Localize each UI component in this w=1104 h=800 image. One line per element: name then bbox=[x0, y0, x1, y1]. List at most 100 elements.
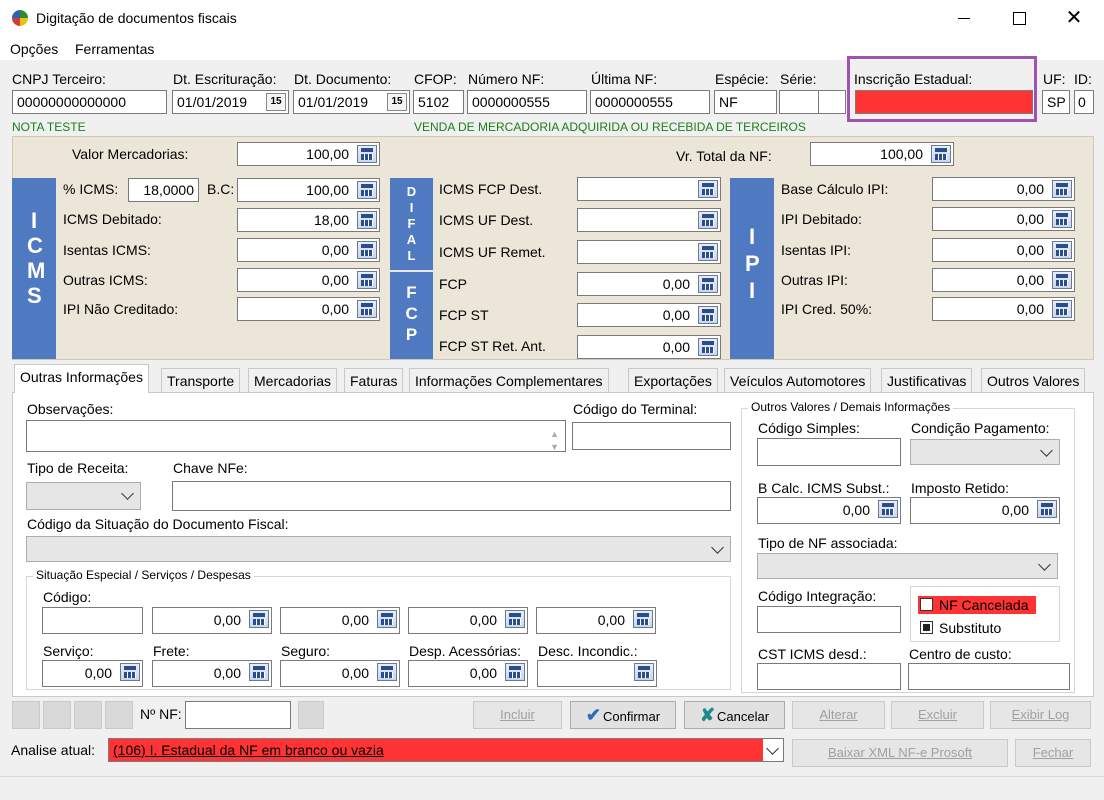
calculator-icon[interactable] bbox=[698, 275, 718, 293]
cancelar-button[interactable]: ✘ Cancelar bbox=[684, 701, 785, 729]
isentas-icms-field[interactable]: 0,00 bbox=[237, 238, 380, 262]
calculator-icon[interactable] bbox=[120, 663, 140, 681]
calculator-icon[interactable] bbox=[698, 180, 718, 198]
cfop-field[interactable]: 5102 bbox=[413, 90, 464, 114]
maximize-button[interactable] bbox=[1013, 12, 1026, 25]
nav-next-button[interactable] bbox=[74, 701, 102, 729]
menu-opcoes[interactable]: Opções bbox=[10, 41, 58, 57]
calculator-icon[interactable] bbox=[505, 610, 525, 628]
nav-last-button[interactable] bbox=[105, 701, 133, 729]
substituto-checkbox[interactable]: Substituto bbox=[918, 619, 1036, 637]
calculator-icon[interactable] bbox=[633, 610, 653, 628]
tab-outras-informacoes[interactable]: Outras Informações bbox=[14, 364, 149, 393]
nf-cancelada-checkbox[interactable]: NF Cancelada bbox=[918, 596, 1036, 614]
fechar-button[interactable]: Fechar bbox=[1015, 739, 1091, 767]
calculator-icon[interactable] bbox=[634, 663, 654, 681]
calculator-icon[interactable] bbox=[698, 211, 718, 229]
incluir-button[interactable]: Incluir bbox=[473, 701, 562, 729]
calculator-icon[interactable] bbox=[698, 243, 718, 261]
extra-value-3[interactable]: 0,00 bbox=[408, 607, 528, 634]
calculator-icon[interactable] bbox=[357, 181, 377, 199]
cond-pag-select[interactable] bbox=[910, 439, 1060, 465]
desc-field[interactable] bbox=[537, 660, 657, 687]
servico-field[interactable]: 0,00 bbox=[42, 660, 143, 687]
ipi-nao-cred-field[interactable]: 0,00 bbox=[237, 297, 380, 321]
calculator-icon[interactable] bbox=[931, 145, 951, 163]
especie-field[interactable]: NF bbox=[714, 90, 777, 114]
nnf-field[interactable] bbox=[185, 701, 291, 729]
fcp-st-ret-field[interactable]: 0,00 bbox=[577, 335, 721, 359]
tab-outros-valores[interactable]: Outros Valores bbox=[981, 368, 1086, 392]
seguro-field[interactable]: 0,00 bbox=[280, 660, 400, 687]
calculator-icon[interactable] bbox=[505, 663, 525, 681]
cod-terminal-field[interactable] bbox=[572, 422, 731, 450]
nnf-go-button[interactable] bbox=[298, 701, 324, 729]
serie-field[interactable] bbox=[779, 90, 819, 114]
serie-field-2[interactable] bbox=[818, 90, 846, 114]
calculator-icon[interactable] bbox=[1052, 180, 1072, 198]
outras-ipi-field[interactable]: 0,00 bbox=[932, 268, 1075, 292]
tab-veiculos-automotores[interactable]: Veículos Automotores bbox=[724, 368, 872, 392]
calculator-icon[interactable] bbox=[698, 338, 718, 356]
frete-field[interactable]: 0,00 bbox=[152, 660, 272, 687]
extra-value-2[interactable]: 0,00 bbox=[280, 607, 400, 634]
imp-retido-field[interactable]: 0,00 bbox=[910, 497, 1060, 524]
extra-value-1[interactable]: 0,00 bbox=[152, 607, 272, 634]
exibir-log-button[interactable]: Exibir Log bbox=[990, 701, 1091, 729]
outras-icms-field[interactable]: 0,00 bbox=[237, 268, 380, 292]
bcalc-field[interactable]: 0,00 bbox=[757, 497, 901, 524]
scroll-down-icon[interactable]: ▼ bbox=[550, 436, 559, 451]
baixar-xml-button[interactable]: Baixar XML NF-e Prosoft bbox=[792, 739, 1008, 767]
fcp-st-field[interactable]: 0,00 bbox=[577, 303, 721, 327]
calculator-icon[interactable] bbox=[1052, 241, 1072, 259]
nav-prev-button[interactable] bbox=[43, 701, 71, 729]
calculator-icon[interactable] bbox=[698, 306, 718, 324]
calculator-icon[interactable] bbox=[357, 145, 377, 163]
bc-field[interactable]: 100,00 bbox=[237, 178, 380, 202]
pct-icms-field[interactable]: 18,0000 bbox=[128, 178, 199, 202]
uf-field[interactable]: SP bbox=[1042, 90, 1070, 114]
calculator-icon[interactable] bbox=[357, 300, 377, 318]
calculator-icon[interactable] bbox=[878, 500, 898, 518]
calculator-icon[interactable] bbox=[1052, 271, 1072, 289]
tipo-nf-select[interactable] bbox=[757, 553, 1058, 579]
confirmar-button[interactable]: ✔ Confirmar bbox=[570, 701, 676, 729]
tab-informacoes-complementares[interactable]: Informações Complementares bbox=[409, 368, 609, 392]
valor-merc-field[interactable]: 100,00 bbox=[237, 142, 380, 166]
calculator-icon[interactable] bbox=[377, 663, 397, 681]
analise-dropdown[interactable] bbox=[763, 739, 783, 761]
tab-exportacoes[interactable]: Exportações bbox=[628, 368, 718, 392]
cod-simples-field[interactable] bbox=[757, 438, 901, 466]
minimize-button[interactable] bbox=[958, 18, 970, 19]
calculator-icon[interactable] bbox=[1052, 300, 1072, 318]
chave-nfe-field[interactable] bbox=[172, 481, 731, 511]
tab-mercadorias[interactable]: Mercadorias bbox=[248, 368, 338, 392]
nav-first-button[interactable] bbox=[12, 701, 40, 729]
tipo-receita-select[interactable] bbox=[26, 482, 141, 510]
cnpj-field[interactable]: 00000000000000 bbox=[12, 90, 167, 114]
calculator-icon[interactable] bbox=[1052, 210, 1072, 228]
nf-cancelada-box[interactable] bbox=[920, 598, 933, 611]
uf-remet-field[interactable] bbox=[577, 240, 721, 264]
base-ipi-field[interactable]: 0,00 bbox=[932, 177, 1075, 201]
substituto-box[interactable] bbox=[920, 621, 933, 634]
tab-faturas[interactable]: Faturas bbox=[344, 368, 404, 392]
dt-escrit-field[interactable]: 01/01/2019 15 bbox=[172, 90, 289, 114]
id-field[interactable]: 0 bbox=[1074, 90, 1094, 114]
uf-dest-field[interactable] bbox=[577, 208, 721, 232]
fcp-dest-field[interactable] bbox=[577, 177, 721, 201]
numero-field[interactable]: 0000000555 bbox=[467, 90, 587, 114]
calendar-icon[interactable]: 15 bbox=[266, 93, 286, 111]
cod-integracao-field[interactable] bbox=[757, 606, 901, 633]
calculator-icon[interactable] bbox=[377, 610, 397, 628]
extra-value-4[interactable]: 0,00 bbox=[536, 607, 656, 634]
alterar-button[interactable]: Alterar bbox=[792, 701, 885, 729]
ipi-cred-field[interactable]: 0,00 bbox=[932, 297, 1075, 321]
desp-field[interactable]: 0,00 bbox=[408, 660, 528, 687]
codigo-field[interactable] bbox=[42, 607, 143, 634]
analise-select[interactable]: (106) I. Estadual da NF em branco ou vaz… bbox=[108, 738, 784, 762]
calculator-icon[interactable] bbox=[357, 241, 377, 259]
ipi-debitado-field[interactable]: 0,00 bbox=[932, 207, 1075, 231]
calculator-icon[interactable] bbox=[249, 663, 269, 681]
excluir-button[interactable]: Excluir bbox=[891, 701, 984, 729]
